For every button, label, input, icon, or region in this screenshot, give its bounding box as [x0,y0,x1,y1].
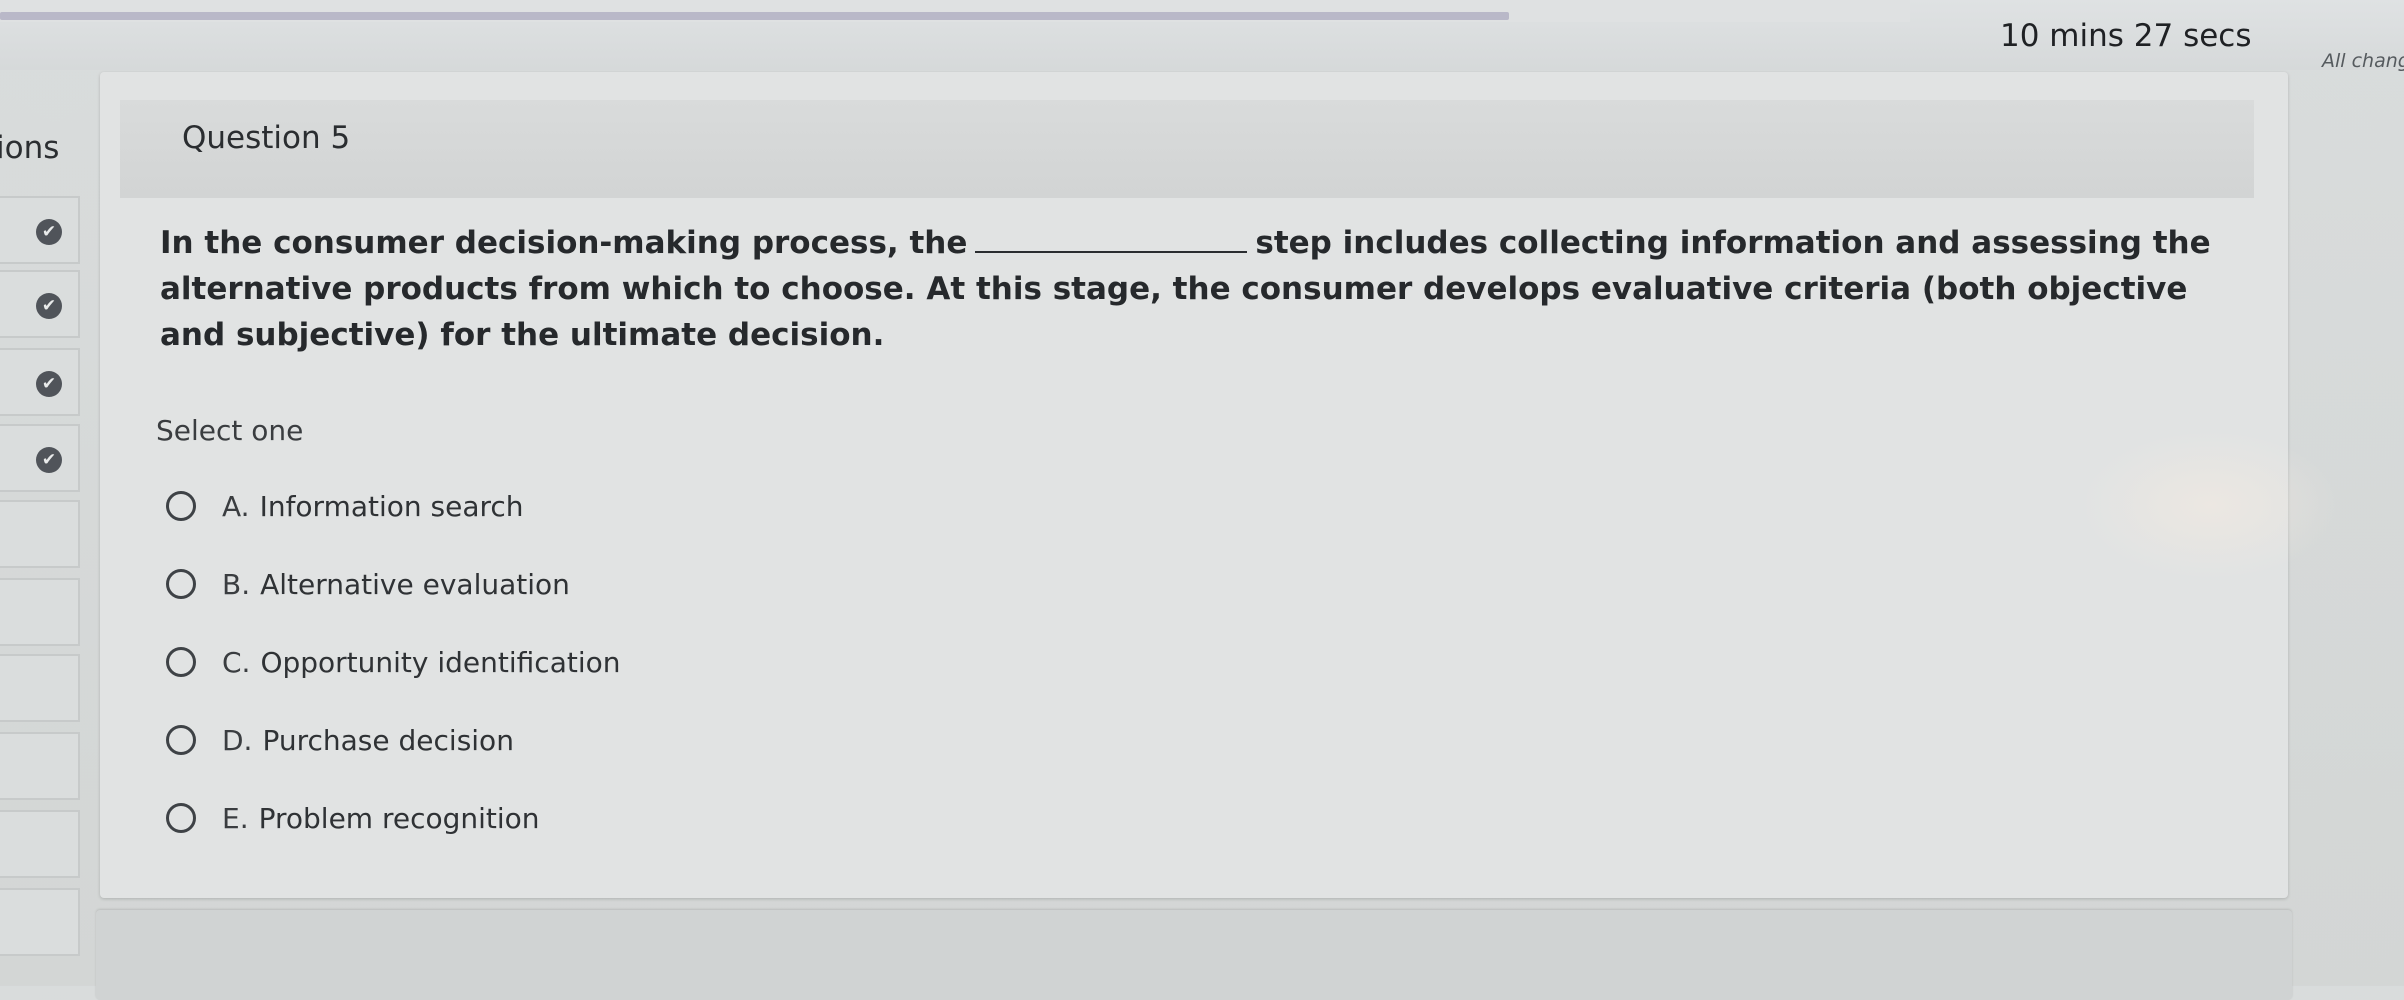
option-letter: D. [222,723,253,757]
radio-button[interactable] [166,647,196,677]
option-letter: A. [222,489,250,523]
question-title: Question 5 [182,120,351,156]
progress-track [0,0,1910,22]
question-nav-item-2[interactable]: ✔ [0,270,80,338]
question-nav-item-8[interactable] [0,732,80,800]
option-letter: C. [222,645,251,679]
question-nav-item-6[interactable] [0,578,80,646]
answer-option-b[interactable]: B. Alternative evaluation [166,564,570,604]
question-header: Question 5 [120,100,2254,198]
option-label: Problem recognition [258,801,540,835]
option-letter: E. [222,801,249,835]
option-label: Alternative evaluation [260,567,570,601]
next-question-card [96,910,2292,1000]
check-circle-icon: ✔ [36,293,62,319]
top-bar: 10 mins 27 secs All chang [0,0,2404,72]
autosave-status: All chang [2322,50,2404,72]
screen-glare [2080,430,2340,580]
sidebar-title: ions [0,130,60,166]
option-label: Purchase decision [262,723,514,757]
question-nav-item-7[interactable] [0,654,80,722]
check-circle-icon: ✔ [36,447,62,473]
answer-option-c[interactable]: C. Opportunity identification [166,642,621,682]
answer-option-e[interactable]: E. Problem recognition [166,798,540,838]
check-circle-icon: ✔ [36,219,62,245]
option-letter: B. [222,567,251,601]
answer-option-d[interactable]: D. Purchase decision [166,720,514,760]
progress-bar [0,12,1509,20]
question-nav-item-5[interactable] [0,500,80,568]
question-nav-item-3[interactable]: ✔ [0,348,80,416]
option-label: Opportunity identification [260,645,621,679]
question-card: Question 5 In the consumer decision-maki… [100,72,2288,898]
question-nav-item-1[interactable]: ✔ [0,196,80,264]
question-text: In the consumer decision-making process,… [160,220,2230,358]
timer: 10 mins 27 secs [2000,18,2252,54]
radio-button[interactable] [166,491,196,521]
answer-blank [975,221,1248,253]
select-one-prompt: Select one [156,414,304,447]
question-nav-item-10[interactable] [0,888,80,956]
check-circle-icon: ✔ [36,371,62,397]
radio-button[interactable] [166,569,196,599]
option-label: Information search [259,489,524,523]
question-nav-item-9[interactable] [0,810,80,878]
radio-button[interactable] [166,725,196,755]
answer-option-a[interactable]: A. Information search [166,486,524,526]
radio-button[interactable] [166,803,196,833]
question-nav-item-4[interactable]: ✔ [0,424,80,492]
question-text-part-1: In the consumer decision-making process,… [160,225,968,261]
